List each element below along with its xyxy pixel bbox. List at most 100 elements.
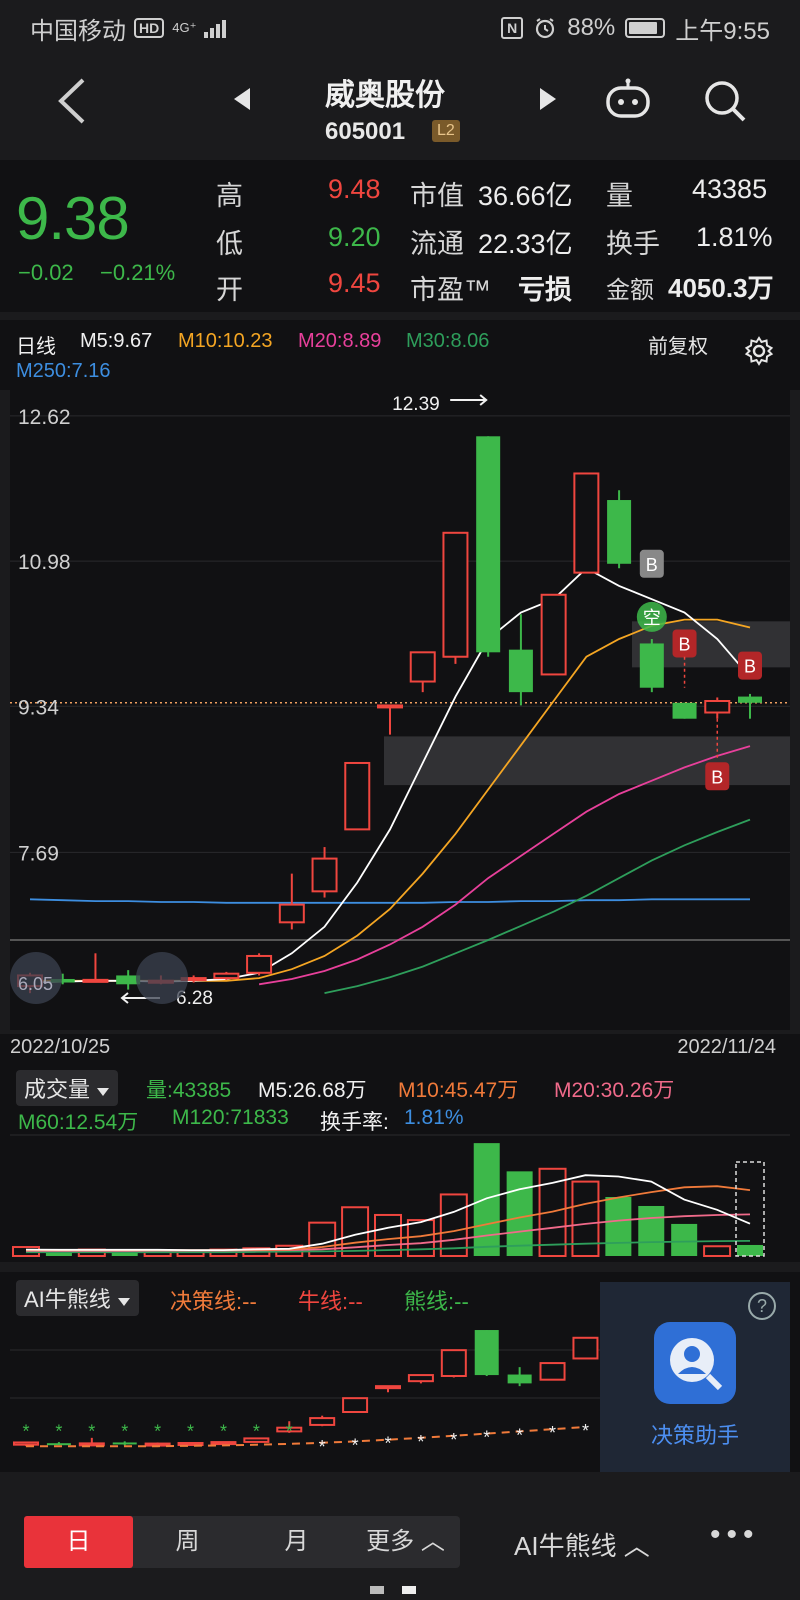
vol-ma120: M120:71833 (172, 1106, 289, 1129)
ai-star-marker: * (286, 1422, 293, 1442)
ma20-legend: M20:8.89 (298, 330, 382, 352)
ai-candle-body (309, 1417, 336, 1426)
battery-percent: 88% (567, 14, 616, 41)
more-options-button[interactable]: ••• (710, 1518, 760, 1552)
y-axis-tick: 9.34 (18, 696, 59, 719)
ai-candle-body (78, 1442, 105, 1447)
candle-body (573, 472, 600, 574)
ai-star-marker: * (154, 1422, 161, 1442)
kline-chart[interactable]: B空BBB12.396.286.05 12.6210.989.347.69 (10, 390, 790, 1030)
decision-line (26, 1426, 586, 1448)
marker-b-red-1-label: B (679, 634, 691, 654)
low-left-label: 6.05 (18, 974, 53, 994)
network-icon: 4G⁺ (172, 20, 197, 35)
back-button[interactable] (55, 76, 89, 134)
tab-day[interactable]: 日 (24, 1516, 133, 1568)
signal-icon (204, 18, 227, 38)
ma250-legend: M250:7.16 (16, 360, 111, 382)
ai-star-marker: * (450, 1430, 457, 1450)
assistant-robot-button[interactable] (604, 78, 652, 127)
nfc-icon: N (501, 17, 524, 39)
volume-bar (506, 1171, 533, 1256)
ai-candle-body (210, 1441, 237, 1446)
candle-body (311, 857, 338, 893)
float-cap-value: 22.33亿 (478, 229, 573, 259)
status-bar: 中国移动 HD 4G⁺ N 88% 上午9:55 (0, 0, 800, 56)
nav-indicator (370, 1586, 384, 1594)
settings-gear-icon[interactable] (744, 336, 774, 366)
tab-more[interactable]: 更多 ︿ (351, 1516, 460, 1568)
ai-star-marker: * (384, 1434, 391, 1454)
adjust-mode-button[interactable]: 前复权 (648, 330, 708, 359)
decision-assistant-widget[interactable]: ? 决策助手 (600, 1282, 790, 1472)
ai-candle-body (507, 1374, 532, 1384)
zoom-in-handle-icon (136, 952, 188, 1004)
carrier-name: 中国移动 (30, 17, 126, 45)
marker-b-red-3-label: B (711, 767, 723, 787)
volume-bar (406, 1219, 435, 1258)
volume-selector-label: 成交量 (24, 1077, 91, 1102)
search-button[interactable] (702, 78, 748, 129)
help-icon[interactable]: ? (748, 1292, 776, 1320)
y-axis-tick: 12.62 (18, 406, 71, 429)
volume-bar (671, 1223, 698, 1256)
ai-candle-body (13, 1441, 39, 1446)
last-price: 9.38 (16, 185, 130, 252)
hd-icon: HD (134, 18, 165, 38)
vol-ma60: M60:12.54万 (18, 1111, 139, 1134)
next-stock-button[interactable] (538, 86, 558, 119)
date-axis: 2022/10/25 2022/11/24 (0, 1034, 800, 1064)
quote-panel: 9.38 −0.02 −0.21% 高 9.48 低 9.20 开 9.45 市… (0, 160, 800, 312)
ai-star-marker: * (319, 1437, 326, 1457)
ma5-legend: M5:9.67 (80, 330, 153, 352)
volume-panel: 成交量 量:43385 M5:26.68万 M10:45.47万 M20:30.… (0, 1064, 800, 1262)
volume-bar (439, 1193, 468, 1257)
assistant-label: 决策助手 (650, 1423, 739, 1448)
volume-bar (473, 1143, 500, 1256)
previous-stock-button[interactable] (232, 86, 252, 119)
ai-star-marker: * (187, 1422, 194, 1442)
y-axis-tick: 7.69 (18, 842, 59, 865)
volume-bar (703, 1245, 732, 1257)
ai-star-marker: * (22, 1422, 29, 1442)
stock-code: 605001 (325, 118, 406, 145)
level2-badge[interactable]: L2 (432, 120, 460, 142)
turnover-rate-value: 1.81% (404, 1106, 464, 1129)
nav-indicator-active (402, 1586, 416, 1594)
marker-b-red-2-label: B (744, 657, 756, 677)
market-cap-value: 36.66亿 (478, 181, 573, 211)
search-icon (705, 81, 746, 122)
high-label: 高 (216, 181, 243, 211)
volume-bar (605, 1197, 632, 1256)
clock: 上午9:55 (675, 17, 770, 45)
candle-body (442, 531, 469, 658)
kline-header: 日线 M5:9.67 M10:10.23 M20:8.89 M30:8.06 M… (0, 320, 800, 390)
dropdown-triangle-icon (97, 1088, 110, 1096)
ai-star-marker: * (253, 1422, 260, 1442)
start-date: 2022/10/25 (10, 1036, 111, 1058)
ai-candle-body (539, 1362, 566, 1381)
period-tabs: 日 周 月 更多 ︿ (24, 1516, 460, 1568)
ai-star-marker: * (483, 1428, 490, 1448)
ai-star-marker: * (352, 1435, 359, 1455)
bottom-toolbar: 日 周 月 更多 ︿ AI牛熊线 ︿ ••• (0, 1490, 800, 1600)
end-date: 2022/11/24 (677, 1036, 776, 1058)
ai-star-marker: * (220, 1422, 227, 1442)
indicator-selector-volume[interactable]: 成交量 (16, 1070, 119, 1106)
volume-chart[interactable] (10, 1134, 790, 1262)
candle-body (540, 593, 567, 676)
vol-ma5: M5:26.68万 (258, 1079, 367, 1102)
triangle-left-icon (234, 88, 250, 110)
vol-ma10: M10:45.47万 (398, 1079, 519, 1102)
ai-bull-bear-toggle[interactable]: AI牛熊线 ︿ (514, 1526, 650, 1563)
carrier-group: 中国移动 HD 4G⁺ (30, 11, 227, 46)
tab-month[interactable]: 月 (242, 1516, 351, 1568)
volume-label: 量 (606, 181, 633, 211)
ai-candle-body (375, 1385, 401, 1390)
candle-body (246, 954, 273, 974)
open-value: 9.45 (328, 268, 381, 298)
tab-week[interactable]: 周 (133, 1516, 242, 1568)
candle-body (639, 643, 664, 688)
candle-body (344, 761, 371, 831)
candle-body (278, 903, 305, 924)
